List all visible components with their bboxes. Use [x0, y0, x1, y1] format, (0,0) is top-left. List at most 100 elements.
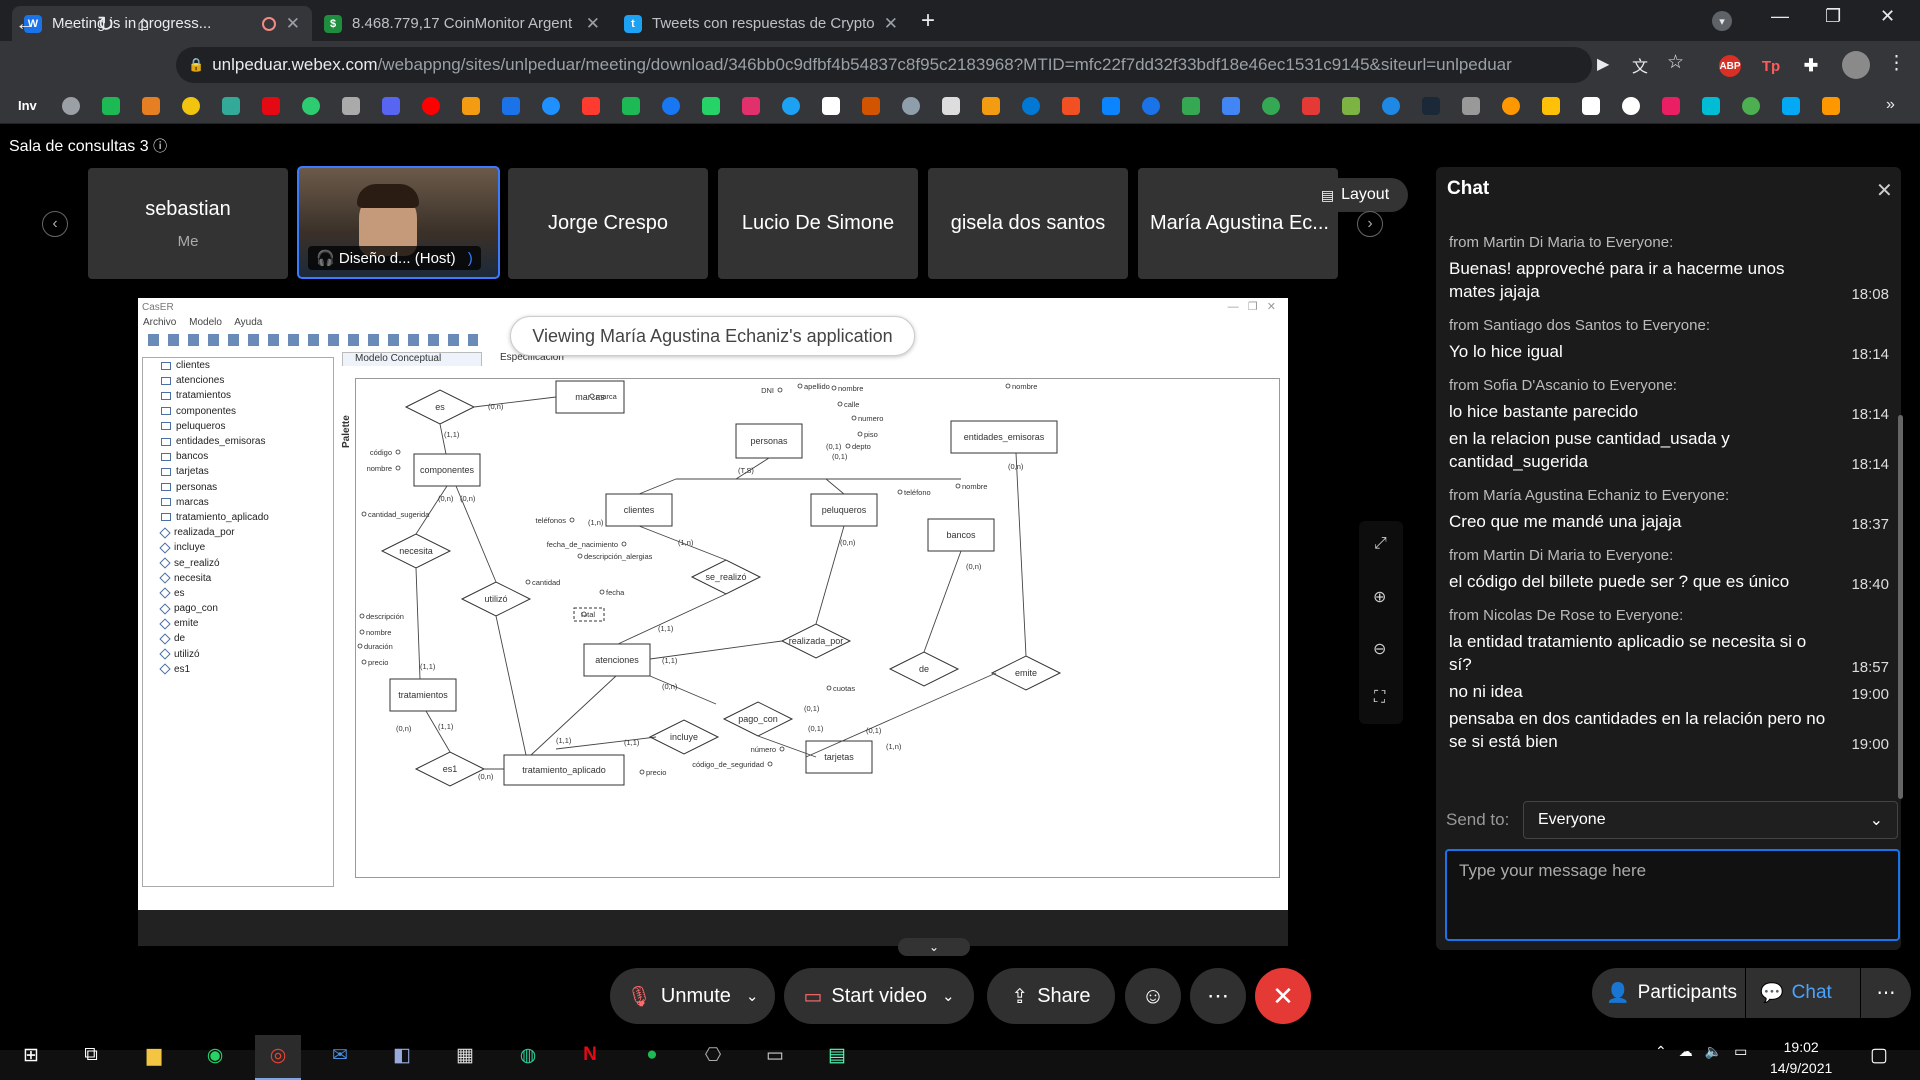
reload-button[interactable]: ↻: [97, 12, 115, 37]
task-view-icon[interactable]: ⧉: [76, 1040, 106, 1070]
extension-tp-icon[interactable]: Tp: [1760, 55, 1782, 77]
bookmark-icon[interactable]: [1302, 97, 1320, 115]
zoom-in-icon[interactable]: ⊕: [1373, 587, 1386, 607]
bookmark-icon[interactable]: [1222, 97, 1240, 115]
taskbar-clock[interactable]: 19:02 14/9/2021: [1770, 1037, 1832, 1079]
bookmark-icon[interactable]: [462, 97, 480, 115]
bookmark-icon[interactable]: [1102, 97, 1120, 115]
bookmark-icon[interactable]: [702, 97, 720, 115]
bookmark-icon[interactable]: [942, 97, 960, 115]
bookmark-icon[interactable]: [1542, 97, 1560, 115]
media-icon[interactable]: ◍: [513, 1040, 543, 1070]
tree-item-relation[interactable]: necesita: [143, 571, 333, 586]
tree-item-entity[interactable]: tarjetas: [143, 464, 333, 479]
bookmark-icon[interactable]: [1062, 97, 1080, 115]
game-icon[interactable]: ⎔: [698, 1040, 728, 1070]
bookmark-inv[interactable]: Inv: [18, 98, 37, 113]
netflix-icon[interactable]: N: [575, 1040, 605, 1070]
bookmark-icon[interactable]: [1422, 97, 1440, 115]
profile-avatar[interactable]: [1842, 51, 1870, 79]
tree-item-entity[interactable]: bancos: [143, 449, 333, 464]
bookmark-icon[interactable]: [1262, 97, 1280, 115]
tree-item-relation[interactable]: es1: [143, 662, 333, 677]
tree-item-entity[interactable]: atenciones: [143, 373, 333, 388]
panel-more-button[interactable]: ⋯: [1861, 968, 1911, 1018]
bookmark-icon[interactable]: [862, 97, 880, 115]
bookmark-icon[interactable]: [1822, 97, 1840, 115]
bookmark-icon[interactable]: [302, 97, 320, 115]
minimize-button[interactable]: —: [1771, 6, 1789, 27]
app-icon[interactable]: ◧: [387, 1040, 417, 1070]
chat-message-input[interactable]: Type your message here: [1445, 849, 1900, 941]
tab-twitter[interactable]: t Tweets con respuestas de Crypto ✕: [612, 6, 910, 41]
chevron-down-icon[interactable]: ⌄: [942, 987, 955, 1005]
bookmark-icon[interactable]: [102, 97, 120, 115]
whatsapp-icon[interactable]: ◉: [200, 1040, 230, 1070]
fit-icon[interactable]: ⛶: [1374, 689, 1385, 707]
bookmark-icon[interactable]: [1022, 97, 1040, 115]
close-tab-icon[interactable]: ✕: [586, 14, 600, 34]
volume-icon[interactable]: 🔈: [1705, 1043, 1722, 1060]
participant-tile[interactable]: Jorge Crespo: [508, 168, 708, 279]
participant-tile[interactable]: gisela dos santos: [928, 168, 1128, 279]
close-window-button[interactable]: ✕: [1880, 6, 1895, 27]
carousel-prev-button[interactable]: ‹: [42, 211, 68, 237]
share-button[interactable]: ⇪ Share: [987, 968, 1115, 1024]
expand-icon[interactable]: ⤢: [1374, 535, 1387, 553]
mail-icon[interactable]: ✉: [325, 1040, 355, 1070]
bookmark-icon[interactable]: [342, 97, 360, 115]
tree-item-entity[interactable]: clientes: [143, 358, 333, 373]
tree-item-relation[interactable]: de: [143, 631, 333, 646]
bookmark-icon[interactable]: [1342, 97, 1360, 115]
participant-tile-me[interactable]: sebastian Me: [88, 168, 288, 279]
bookmark-icon[interactable]: [1702, 97, 1720, 115]
chat-scrollbar[interactable]: [1898, 415, 1903, 799]
bookmark-icon[interactable]: [822, 97, 840, 115]
tree-item-relation[interactable]: es: [143, 586, 333, 601]
bookmark-icon[interactable]: [1462, 97, 1480, 115]
tab-search-icon[interactable]: ▾: [1712, 11, 1732, 31]
bookmark-icon[interactable]: [1742, 97, 1760, 115]
bookmark-icon[interactable]: [262, 97, 280, 115]
bookmarks-overflow-icon[interactable]: »: [1886, 96, 1895, 114]
tree-item-relation[interactable]: realizada_por: [143, 525, 333, 540]
bookmark-icon[interactable]: [742, 97, 760, 115]
bookmark-icon[interactable]: [1582, 97, 1600, 115]
tab-modelo-conceptual[interactable]: Modelo Conceptual: [342, 352, 482, 366]
unmute-button[interactable]: 🎙 Unmute ⌄: [610, 968, 775, 1024]
chrome-icon[interactable]: ◎: [263, 1040, 293, 1070]
bookmark-icon[interactable]: [382, 97, 400, 115]
layout-button[interactable]: ▤ Layout: [1302, 178, 1408, 212]
back-button[interactable]: ←: [15, 12, 36, 36]
bookmark-icon[interactable]: [1622, 97, 1640, 115]
sheet-icon[interactable]: ▤: [822, 1040, 852, 1070]
new-tab-button[interactable]: +: [921, 7, 935, 35]
forward-button[interactable]: →: [57, 12, 78, 36]
tree-item-entity[interactable]: marcas: [143, 495, 333, 510]
bookmark-icon[interactable]: [582, 97, 600, 115]
tree-item-relation[interactable]: incluye: [143, 540, 333, 555]
chat-toggle-button[interactable]: 💬 Chat: [1746, 968, 1860, 1018]
chevron-down-icon[interactable]: ⌄: [746, 987, 759, 1005]
reactions-button[interactable]: ☺: [1125, 968, 1181, 1024]
bookmark-star-icon[interactable]: ☆: [1667, 51, 1684, 74]
network-icon[interactable]: ▭: [1734, 1043, 1747, 1060]
terminal-icon[interactable]: ▭: [760, 1040, 790, 1070]
send-to-select[interactable]: Everyone ⌄: [1523, 801, 1898, 839]
close-tab-icon[interactable]: ✕: [884, 14, 898, 34]
tree-item-entity[interactable]: tratamientos: [143, 388, 333, 403]
bookmark-icon[interactable]: [662, 97, 680, 115]
bookmark-icon[interactable]: [1502, 97, 1520, 115]
tree-item-entity[interactable]: peluqueros: [143, 419, 333, 434]
browser-menu-icon[interactable]: ⋮: [1887, 52, 1906, 75]
notifications-icon[interactable]: ▢: [1864, 1040, 1894, 1070]
bookmark-icon[interactable]: [1782, 97, 1800, 115]
bookmark-icon[interactable]: [982, 97, 1000, 115]
bookmark-icon[interactable]: [182, 97, 200, 115]
tab-coinmonitor[interactable]: $ 8.468.779,17 CoinMonitor Argent ✕: [312, 6, 612, 41]
carousel-next-button[interactable]: ›: [1357, 211, 1383, 237]
tree-item-entity[interactable]: personas: [143, 480, 333, 495]
tree-item-relation[interactable]: emite: [143, 616, 333, 631]
zoom-out-icon[interactable]: ⊖: [1373, 639, 1386, 659]
spotify-icon[interactable]: ●: [637, 1040, 667, 1070]
